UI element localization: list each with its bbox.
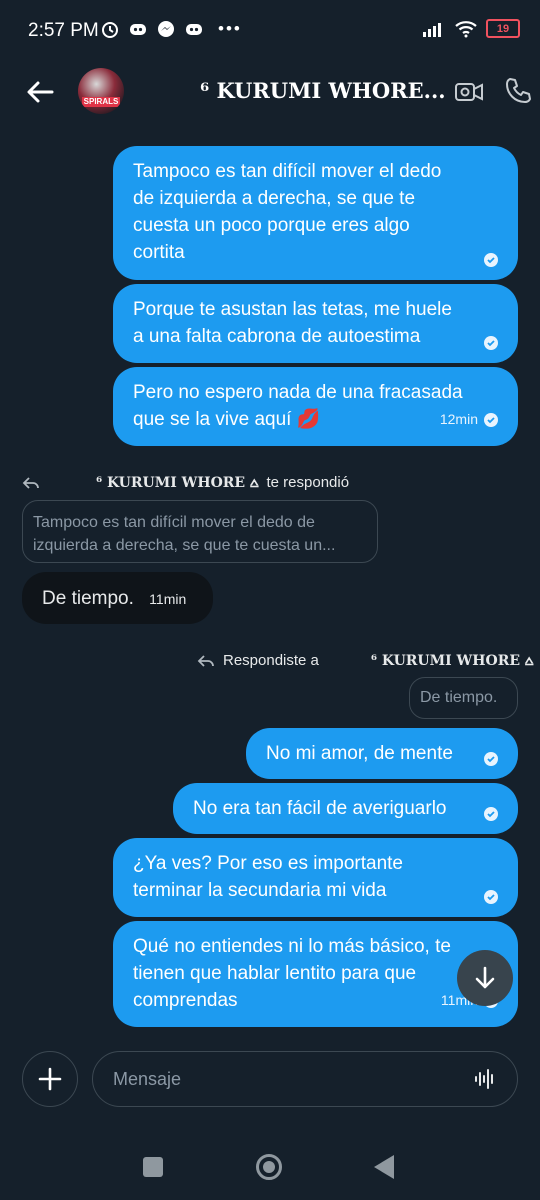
read-check-icon: [484, 890, 498, 904]
message-text: No mi amor, de mente: [266, 743, 453, 764]
discord-icon: [130, 24, 146, 35]
outgoing-message[interactable]: Tampoco es tan difícil mover el dedo de …: [113, 146, 518, 280]
reply-context-label: ⁶ KURUMI WHORE ⩟ te respondió: [22, 474, 349, 491]
quoted-text: Tampoco es tan difícil mover el dedo de …: [33, 514, 336, 554]
message-input[interactable]: Mensaje: [92, 1051, 518, 1107]
system-nav-bar: [0, 1130, 540, 1200]
messenger-icon: [158, 21, 174, 37]
voice-message-icon[interactable]: [473, 1067, 497, 1091]
battery-icon: 19: [486, 19, 520, 38]
reply-label-text: Respondiste a: [223, 652, 319, 669]
message-meta: [484, 890, 498, 904]
message-placeholder: Mensaje: [113, 1069, 182, 1089]
read-check-icon: [484, 412, 498, 427]
discord-icon: [186, 24, 202, 35]
recent-apps-button[interactable]: [143, 1157, 163, 1177]
home-button[interactable]: [256, 1154, 282, 1180]
wifi-icon: [455, 20, 477, 37]
incoming-message[interactable]: De tiempo. 11min: [22, 572, 213, 624]
avatar-label: SPIRALS: [82, 97, 120, 107]
signal-icon: [423, 22, 441, 37]
reply-context-label: Respondiste a ⁶ KURUMI WHORE ⩟: [197, 652, 533, 669]
message-meta: 12min: [440, 406, 498, 433]
reply-icon: [22, 476, 39, 489]
back-button[interactable]: [374, 1155, 394, 1179]
status-time: 2:57 PM: [28, 20, 99, 41]
message-time: 11min: [149, 591, 187, 607]
message-text: Tampoco es tan difícil mover el dedo de …: [133, 161, 442, 263]
message-text: De tiempo.: [42, 588, 134, 609]
arrow-down-icon: [475, 966, 495, 989]
reply-label-text: te respondió: [266, 474, 350, 491]
message-text: Porque te asustan las tetas, me huele a …: [133, 299, 452, 347]
read-check-icon: [484, 752, 498, 766]
outgoing-message[interactable]: ¿Ya ves? Por eso es importante terminar …: [113, 838, 518, 917]
quoted-text: De tiempo.: [420, 689, 498, 706]
chat-header: SPIRALS ⁶ KURUMI WHORE...: [0, 60, 540, 124]
read-check-icon: [484, 807, 498, 821]
message-time: 12min: [439, 411, 478, 427]
read-check-icon: [484, 253, 498, 267]
system-icons: 19: [422, 19, 520, 38]
quoted-message[interactable]: Tampoco es tan difícil mover el dedo de …: [22, 500, 378, 563]
message-meta: [484, 807, 498, 821]
avatar[interactable]: SPIRALS: [78, 68, 124, 114]
reply-recipient-name: ⁶ KURUMI WHORE ⩟: [370, 652, 534, 669]
phone-icon[interactable]: [503, 76, 533, 106]
chat-title[interactable]: ⁶ KURUMI WHORE...: [200, 78, 446, 103]
message-text: No era tan fácil de averiguarlo: [193, 798, 447, 819]
reply-icon: [197, 654, 214, 667]
back-arrow-icon[interactable]: [22, 74, 58, 110]
status-bar: 2:57 PM ••• 19: [0, 0, 540, 60]
outgoing-message[interactable]: No era tan fácil de averiguarlo: [173, 783, 518, 834]
add-attachment-button[interactable]: [22, 1051, 78, 1107]
message-meta: [484, 752, 498, 766]
quoted-message[interactable]: De tiempo.: [409, 677, 518, 719]
notification-icons: •••: [100, 19, 242, 39]
battery-level: 19: [496, 22, 510, 35]
alarm-icon: [102, 22, 118, 38]
reply-sender-name: ⁶ KURUMI WHORE ⩟: [96, 474, 259, 491]
message-meta: [484, 253, 498, 267]
message-meta: [484, 336, 498, 350]
message-text: ¿Ya ves? Por eso es importante terminar …: [133, 853, 403, 901]
scroll-to-bottom-button[interactable]: [457, 950, 513, 1006]
video-call-icon[interactable]: [454, 78, 484, 106]
plus-icon: [38, 1067, 62, 1091]
outgoing-message[interactable]: Porque te asustan las tetas, me huele a …: [113, 284, 518, 363]
read-check-icon: [484, 336, 498, 350]
more-icon: •••: [218, 19, 242, 38]
outgoing-message[interactable]: Pero no espero nada de una fracasada que…: [113, 367, 518, 446]
outgoing-message[interactable]: No mi amor, de mente: [246, 728, 518, 779]
